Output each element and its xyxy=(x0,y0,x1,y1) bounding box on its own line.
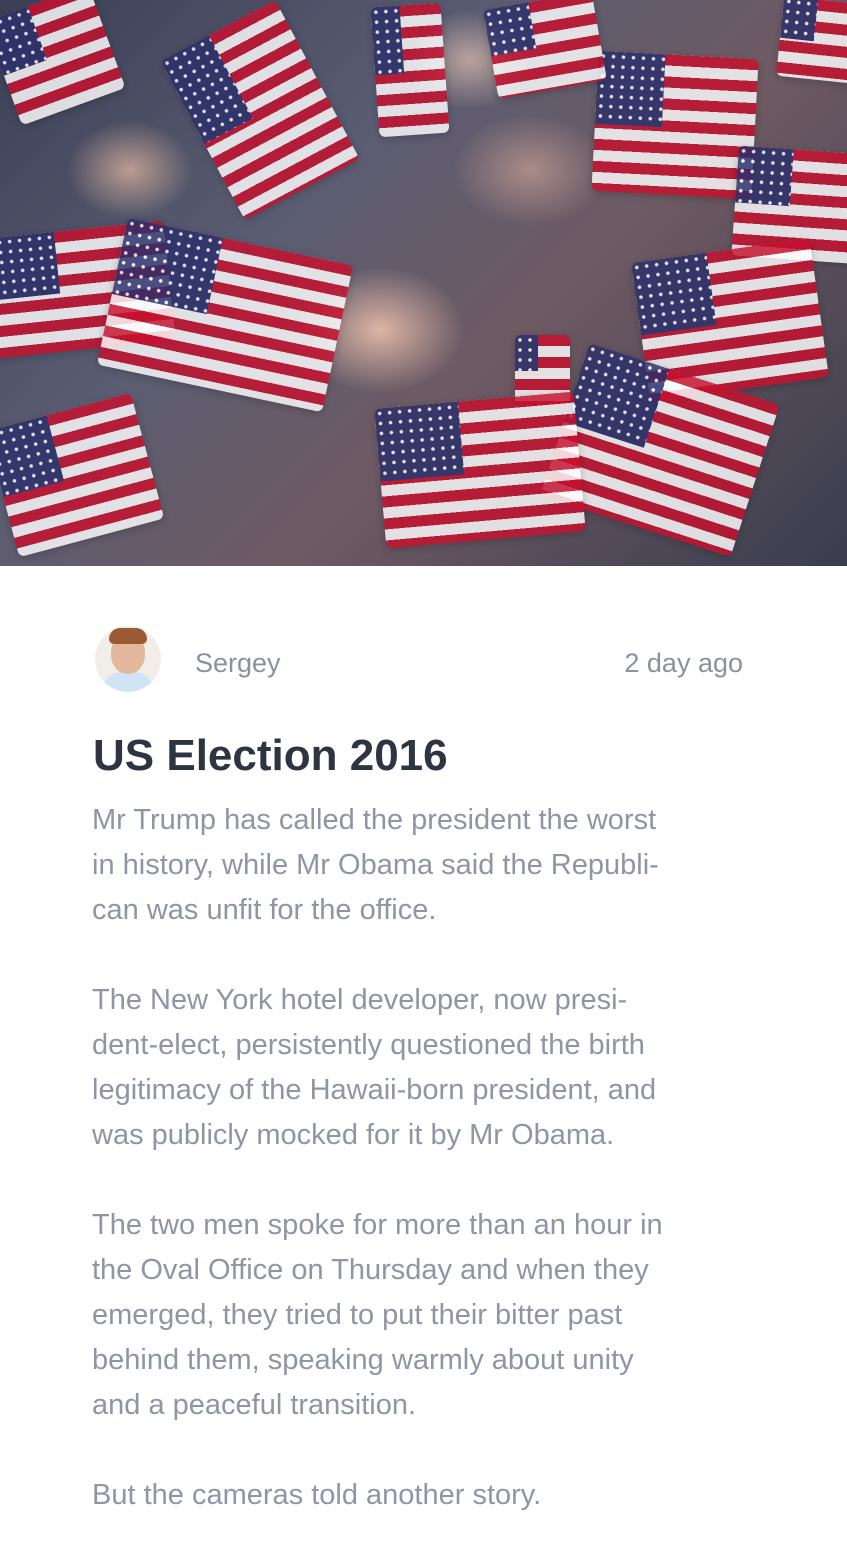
post-meta: Sergey 2 day ago xyxy=(0,626,847,696)
flag-image xyxy=(374,391,586,549)
post-paragraph: But the cameras told another story. xyxy=(92,1479,542,1511)
post-time: 2 day ago xyxy=(624,648,743,678)
flag-image xyxy=(0,0,126,126)
flag-image xyxy=(591,50,759,200)
flag-image xyxy=(96,217,354,413)
post-paragraph: The two men spoke for more than an hour … xyxy=(92,1209,663,1421)
author-name[interactable]: Sergey xyxy=(195,646,281,680)
avatar[interactable] xyxy=(95,626,161,692)
flag-image xyxy=(483,0,607,99)
post-body: Mr Trump has called the president the wo… xyxy=(92,798,772,1563)
post-paragraph: The New York hotel developer, now presi-… xyxy=(92,984,657,1151)
flag-image xyxy=(0,392,165,558)
flag-image xyxy=(776,0,847,84)
post-paragraph: Mr Trump has called the president the wo… xyxy=(92,804,659,926)
flag-image xyxy=(370,2,450,138)
flag-image xyxy=(160,0,360,220)
post-title: US Election 2016 xyxy=(93,731,448,780)
hero-image xyxy=(0,0,847,566)
